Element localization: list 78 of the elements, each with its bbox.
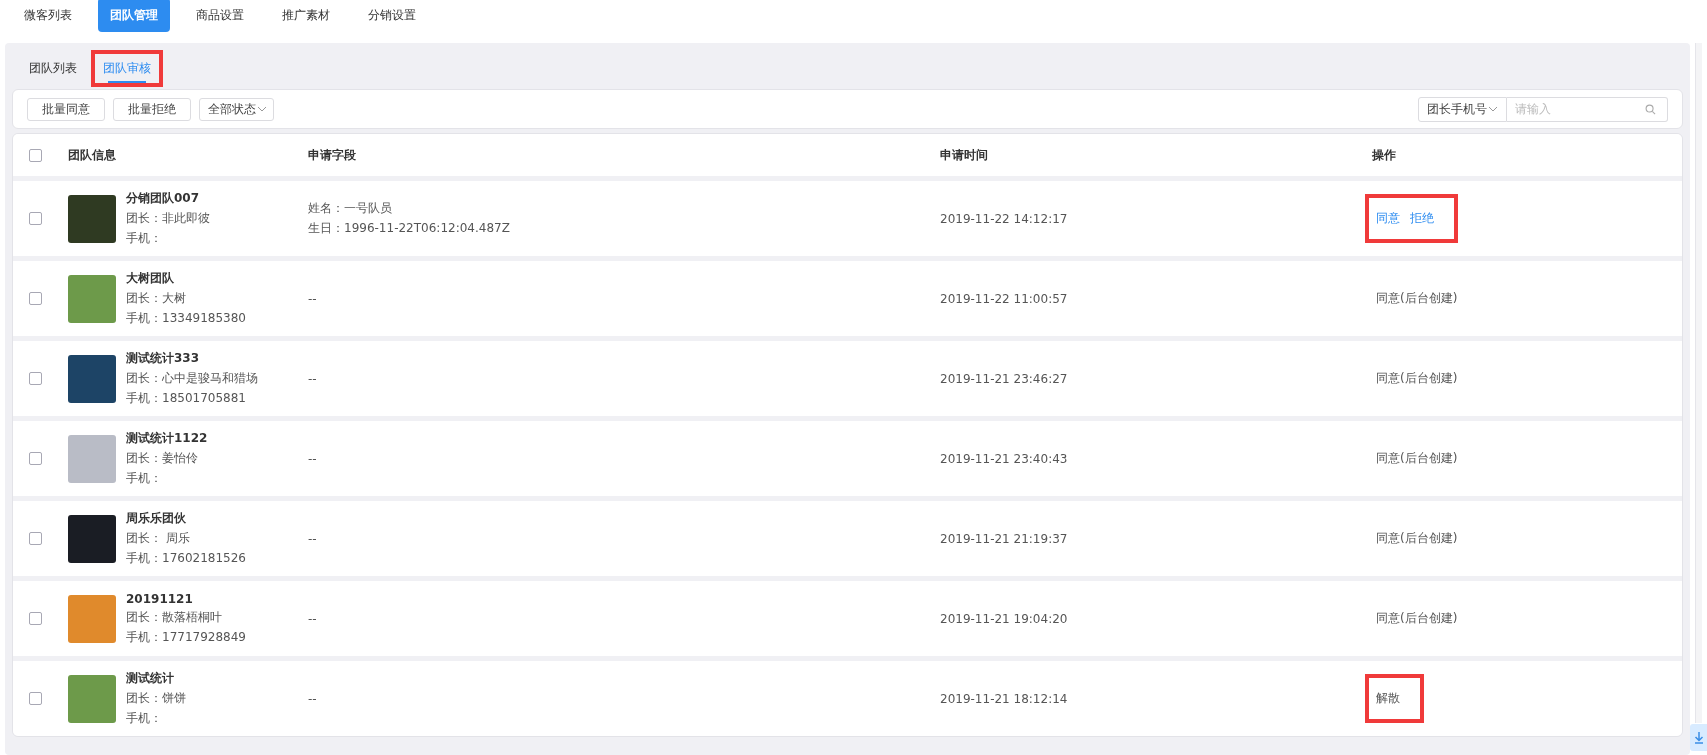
photo-placeholder (68, 274, 116, 323)
team-name: 分销团队007 (126, 190, 200, 207)
application-field: -- (308, 611, 317, 626)
team-leader: 团长：非此即彼 (126, 210, 210, 227)
photo-placeholder (68, 594, 116, 643)
team-phone: 手机：18501705881 (126, 390, 246, 407)
nav-tab[interactable]: 分销设置 (356, 0, 428, 32)
row-checkbox[interactable] (29, 212, 42, 225)
team-leader: 团长：饼饼 (126, 690, 186, 707)
status-dropdown[interactable]: 全部状态 (199, 97, 274, 121)
application-time: 2019-11-21 23:40:43 (940, 451, 1068, 466)
team-name: 大树团队 (126, 270, 174, 287)
application-field: -- (308, 691, 317, 706)
batch-button[interactable]: 批量拒绝 (113, 97, 191, 121)
team-phone: 手机： (126, 710, 162, 727)
team-phone: 手机： (126, 470, 162, 487)
row-checkbox[interactable] (29, 532, 42, 545)
row-checkbox[interactable] (29, 612, 42, 625)
application-field: -- (308, 451, 317, 466)
application-time: 2019-11-21 18:12:14 (940, 691, 1068, 706)
row-checkbox[interactable] (29, 692, 42, 705)
action-status: 同意(后台创建) (1376, 450, 1458, 467)
photo-placeholder (68, 354, 116, 403)
action-link[interactable]: 同意 (1376, 210, 1400, 227)
application-field: -- (308, 291, 317, 306)
photo-placeholder (68, 194, 116, 243)
chevron-down-icon (257, 106, 267, 112)
team-leader: 团长：心中是骏马和猎场 (126, 370, 258, 387)
column-header: 申请字段 (308, 147, 356, 162)
row-checkbox[interactable] (29, 292, 42, 305)
team-name: 测试统计 (126, 670, 174, 687)
team-name: 周乐乐团伙 (126, 510, 186, 527)
team-name: 测试统计333 (126, 350, 200, 367)
sub-tab[interactable]: 团队列表 (21, 53, 85, 83)
row-checkbox[interactable] (29, 372, 42, 385)
scroll-bottom-button[interactable] (1690, 724, 1707, 751)
batch-button[interactable]: 批量同意 (27, 97, 105, 121)
chevron-down-icon (1488, 106, 1498, 112)
action-status: 同意(后台创建) (1376, 370, 1458, 387)
select-all-checkbox[interactable] (29, 148, 42, 162)
team-name: 测试统计1122 (126, 430, 208, 447)
arrow-down-icon (1693, 731, 1704, 744)
team-leader: 团长：大树 (126, 290, 186, 307)
application-field: 生日：1996-11-22T06:12:04.487Z (308, 220, 510, 237)
team-phone: 手机：17717928849 (126, 628, 246, 646)
application-field: -- (308, 531, 317, 546)
application-time: 2019-11-21 21:19:37 (940, 531, 1068, 546)
team-leader: 团长：散落梧桐叶 (126, 608, 222, 626)
team-leader: 团长： 周乐 (126, 530, 190, 547)
action-status: 同意(后台创建) (1376, 530, 1458, 547)
photo-placeholder (68, 434, 116, 483)
nav-tab[interactable]: 微客列表 (12, 0, 84, 32)
nav-tab[interactable]: 商品设置 (184, 0, 256, 32)
team-phone: 手机：17602181526 (126, 550, 246, 567)
column-header: 操作 (1372, 147, 1396, 162)
team-phone: 手机：13349185380 (126, 310, 246, 327)
column-header: 团队信息 (68, 147, 116, 162)
action-status: 同意(后台创建) (1376, 610, 1458, 627)
application-time: 2019-11-21 19:04:20 (940, 611, 1068, 626)
application-time: 2019-11-22 11:00:57 (940, 291, 1068, 306)
photo-placeholder (68, 514, 116, 563)
search-field[interactable]: 请输入 (1507, 96, 1668, 122)
action-status: 同意(后台创建) (1376, 290, 1458, 307)
row-checkbox[interactable] (29, 452, 42, 465)
team-name: 20191121 (126, 591, 193, 606)
action-status: 解散 (1376, 690, 1400, 707)
column-header: 申请时间 (940, 147, 988, 162)
photo-placeholder (68, 674, 116, 723)
application-time: 2019-11-21 23:46:27 (940, 371, 1068, 386)
nav-tab[interactable]: 推广素材 (270, 0, 342, 32)
application-field: -- (308, 371, 317, 386)
team-phone: 手机： (126, 230, 162, 247)
team-leader: 团长：姜怡伶 (126, 450, 198, 467)
search-type-dropdown[interactable]: 团长手机号 (1418, 96, 1507, 122)
application-field: 姓名：一号队员 (308, 200, 392, 217)
application-time: 2019-11-22 14:12:17 (940, 211, 1068, 226)
search-icon (1645, 103, 1656, 115)
action-link[interactable]: 拒绝 (1410, 210, 1434, 227)
